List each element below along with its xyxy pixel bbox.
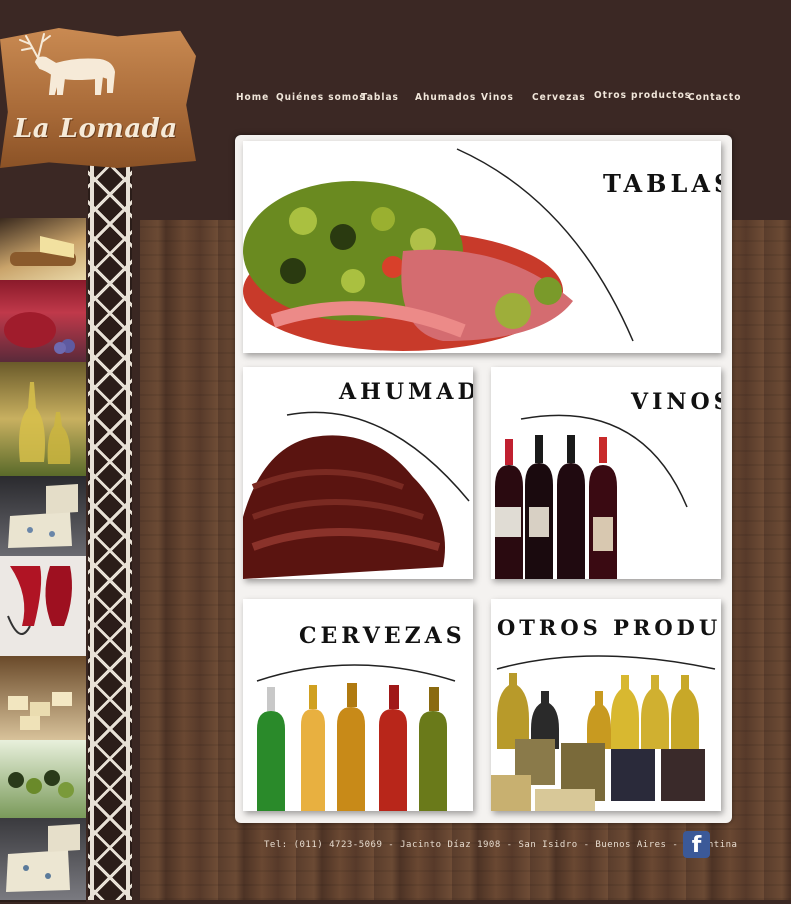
card-cervezas[interactable]: CERVEZAS <box>243 599 473 811</box>
card-otros-productos-title: OTROS PRODUCTOS <box>497 615 721 640</box>
nav-vinos[interactable]: Vinos <box>481 92 514 103</box>
olive-oil-image <box>19 382 71 464</box>
main-nav: Home Quiénes somos Tablas Ahumados Vinos… <box>236 90 740 112</box>
content-panel: TABLAS AHUMADOS <box>235 135 732 823</box>
cheese-cubes-thumb <box>0 656 86 742</box>
cheese-board-image <box>10 236 76 266</box>
olives-image <box>8 770 74 798</box>
card-otros-productos[interactable]: OTROS PRODUCTOS <box>491 599 721 811</box>
nav-home[interactable]: Home <box>236 92 269 103</box>
blue-cheese-2-image <box>6 824 80 892</box>
blue-cheese-thumb <box>0 476 86 558</box>
decorative-ribbon <box>88 165 132 900</box>
nav-cervezas[interactable]: Cervezas <box>532 92 586 103</box>
card-ahumados-title: AHUMADOS <box>339 379 473 405</box>
blue-cheese-2-thumb <box>0 818 86 902</box>
card-vinos[interactable]: VINOS <box>491 367 721 579</box>
red-wine-image <box>7 566 72 635</box>
card-tablas-title: TABLAS <box>603 169 721 198</box>
nav-contacto[interactable]: Contacto <box>688 92 741 103</box>
blue-cheese-image <box>8 484 78 548</box>
cheese-board-thumb <box>0 218 86 282</box>
logo[interactable]: La Lomada <box>0 18 200 168</box>
nav-quienes-somos[interactable]: Quiénes somos <box>276 92 366 103</box>
card-cervezas-title: CERVEZAS <box>299 623 466 649</box>
footer-contact-info: Tel: (011) 4723-5069 - Jacinto Díaz 1908… <box>264 840 738 850</box>
cheese-cubes-image <box>8 692 72 730</box>
cold-cuts-thumb <box>0 280 86 364</box>
nav-tablas[interactable]: Tablas <box>361 92 399 103</box>
deer-icon <box>19 33 116 95</box>
red-wine-thumb <box>0 556 86 658</box>
footer: Tel: (011) 4723-5069 - Jacinto Díaz 1908… <box>237 828 737 864</box>
olive-oil-thumb <box>0 362 86 478</box>
nav-ahumados[interactable]: Ahumados <box>415 92 476 103</box>
card-tablas[interactable]: TABLAS <box>243 141 721 353</box>
nav-otros-productos[interactable]: Otros productos <box>594 90 691 101</box>
olives-thumb <box>0 740 86 820</box>
card-ahumados[interactable]: AHUMADOS <box>243 367 473 579</box>
card-vinos-title: VINOS <box>631 389 721 415</box>
cold-cuts-image <box>4 312 75 354</box>
facebook-icon[interactable]: f <box>683 831 710 858</box>
brand-name: La Lomada <box>14 114 178 144</box>
